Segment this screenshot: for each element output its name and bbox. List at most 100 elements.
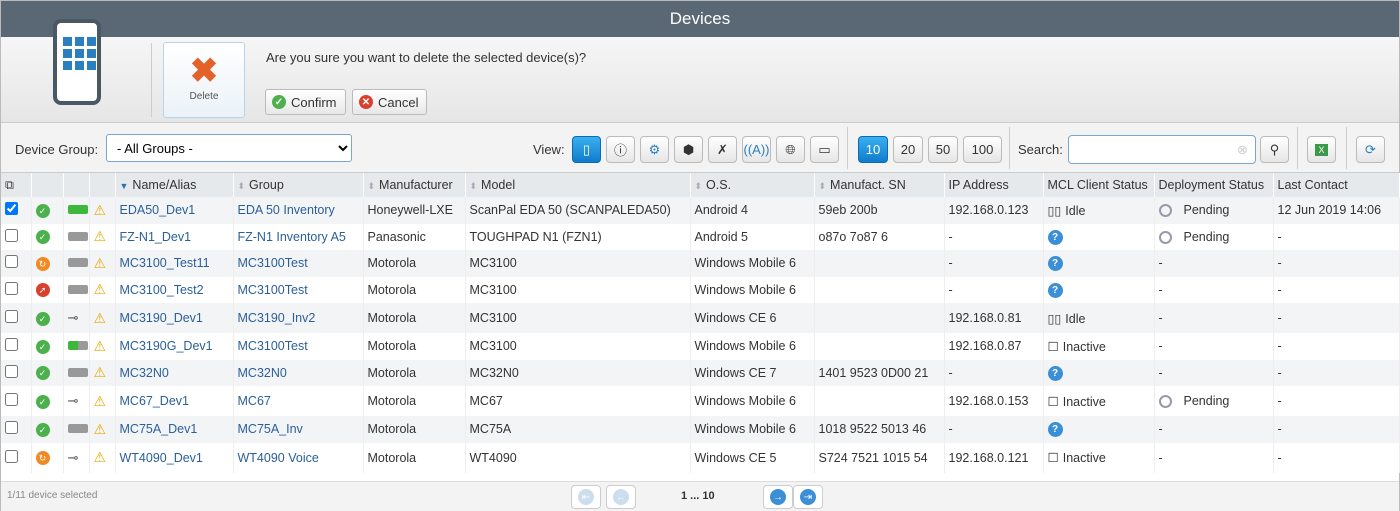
col-last-contact[interactable]: Last Contact [1273, 173, 1400, 197]
deployment-status: - [1154, 333, 1274, 360]
device-group-link[interactable]: MC32N0 [233, 359, 364, 386]
row-checkbox[interactable] [5, 281, 18, 295]
view-device-button[interactable]: ▯ [572, 136, 601, 163]
battery-icon [67, 341, 88, 351]
page-size-20[interactable]: 20 [893, 136, 923, 163]
table-row[interactable]: ✓ ⚠ EDA50_Dev1 EDA 50 Inventory Honeywel… [1, 197, 1400, 224]
clear-search-icon[interactable]: ⊗ [1237, 142, 1248, 158]
sort-icon: ⬍ [694, 181, 703, 191]
device-name-link[interactable]: EDA50_Dev1 [115, 197, 234, 224]
row-checkbox[interactable] [5, 202, 18, 216]
next-page-button[interactable]: → [763, 485, 793, 509]
check-icon: ✓ [272, 95, 286, 109]
device-group-link[interactable]: MC3190_Inv2 [233, 303, 364, 333]
device-group-link[interactable]: MC3100Test [233, 333, 364, 360]
view-network-button[interactable]: 🌐︎ [776, 136, 805, 163]
table-row[interactable]: ✓ ⊸ ⚠ MC67_Dev1 MC67 Motorola MC67 Windo… [1, 386, 1400, 416]
row-checkbox[interactable] [5, 393, 18, 406]
device-group-link[interactable]: MC67 [233, 386, 364, 416]
device-group-link[interactable]: EDA 50 Inventory [233, 197, 364, 224]
view-info-button[interactable]: ⓘ [606, 136, 635, 163]
footer: 1/11 device selected ⇤ ← 1 ... 10 → ⇥ [1, 481, 1399, 511]
battery-icon [67, 205, 88, 215]
device-name-link[interactable]: MC32N0 [115, 359, 234, 386]
delete-button[interactable]: ✖ Delete [163, 42, 245, 118]
idle-icon: ▯▯ [1047, 311, 1062, 326]
col-deploy[interactable]: Deployment Status [1154, 173, 1274, 197]
device-name-link[interactable]: MC75A_Dev1 [115, 416, 234, 443]
table-row[interactable]: ↻ ⊸ ⚠ WT4090_Dev1 WT4090 Voice Motorola … [1, 442, 1400, 473]
table-row[interactable]: ✓ ⊸ ⚠ MC3190_Dev1 MC3190_Inv2 Motorola M… [1, 303, 1400, 333]
deployment-status: - [1154, 303, 1274, 333]
row-checkbox[interactable] [5, 255, 18, 269]
deploy-status: Pending [1183, 393, 1230, 408]
row-checkbox[interactable] [5, 449, 18, 463]
view-memory-button[interactable]: ▭ [810, 136, 839, 163]
first-page-button[interactable]: ⇤ [571, 485, 601, 509]
col-os[interactable]: ⬍ O.S. [690, 173, 815, 197]
confirm-button[interactable]: ✓ Confirm [265, 89, 346, 115]
device-name-link[interactable]: MC3100_Test11 [115, 250, 234, 277]
export-excel-button[interactable]: X [1307, 136, 1336, 163]
device-name-link[interactable]: MC3190G_Dev1 [115, 333, 234, 360]
table-row[interactable]: ↻ ⚠ MC3100_Test11 MC3100Test Motorola MC… [1, 250, 1400, 277]
devices-table: ⧉ ▼ Name/Alias ⬍ Group ⬍ Manufacturer ⬍ Mode… [1, 173, 1400, 473]
table-row[interactable]: ✓ ⚠ MC32N0 MC32N0 Motorola MC32N0 Window… [1, 359, 1400, 386]
unknown-status-icon: ? [1047, 282, 1063, 298]
col-manufacturer[interactable]: ⬍ Manufacturer [363, 173, 466, 197]
col-sn[interactable]: ⬍ Manufact. SN [814, 173, 945, 197]
view-package-button[interactable]: ⬢ [674, 136, 703, 163]
device-group-select[interactable]: - All Groups - [106, 134, 352, 162]
prev-page-button[interactable]: ← [606, 485, 636, 509]
refresh-button[interactable]: ⟳ [1356, 136, 1385, 163]
warning-icon: ⚠ [93, 281, 107, 298]
clock-icon [1158, 230, 1172, 244]
device-name-link[interactable]: MC67_Dev1 [115, 386, 234, 416]
table-row[interactable]: ➚ ⚠ MC3100_Test2 MC3100Test Motorola MC3… [1, 276, 1400, 303]
ip-address: - [944, 416, 1044, 443]
search-input[interactable] [1068, 135, 1256, 164]
view-settings-file-button[interactable]: ⚙ [640, 136, 669, 163]
col-ip[interactable]: IP Address [944, 173, 1044, 197]
search-button[interactable]: ⚲ [1260, 136, 1289, 163]
col-model[interactable]: ⬍ Model [465, 173, 691, 197]
last-page-button[interactable]: ⇥ [793, 485, 823, 509]
row-checkbox[interactable] [5, 228, 18, 242]
device-name-link[interactable]: FZ-N1_Dev1 [115, 223, 234, 250]
col-group[interactable]: ⬍ Group [233, 173, 364, 197]
page-size-50[interactable]: 50 [928, 136, 958, 163]
col-mcl[interactable]: MCL Client Status [1043, 173, 1155, 197]
device-group-link[interactable]: MC75A_Inv [233, 416, 364, 443]
device-group-link[interactable]: FZ-N1 Inventory A5 [233, 223, 364, 250]
table-row[interactable]: ✓ ⚠ MC3190G_Dev1 MC3100Test Motorola MC3… [1, 333, 1400, 360]
os: Android 4 [690, 197, 815, 224]
warning-icon: ⚠ [93, 309, 107, 326]
device-group-link[interactable]: WT4090 Voice [233, 442, 364, 473]
row-checkbox[interactable] [5, 364, 18, 378]
view-wireless-button[interactable]: ((A)) [742, 136, 771, 163]
cancel-button[interactable]: ✕ Cancel [352, 89, 428, 115]
select-all-icon[interactable]: ⧉ [1, 173, 32, 197]
status-ok-icon: ✓ [35, 422, 50, 437]
row-checkbox[interactable] [5, 310, 18, 323]
device-group-link[interactable]: MC3100Test [233, 276, 364, 303]
device-group-link[interactable]: MC3100Test [233, 250, 364, 277]
view-tools-button[interactable]: ✗ [708, 136, 737, 163]
col-name[interactable]: ▼ Name/Alias [115, 173, 234, 197]
device-name-link[interactable]: MC3100_Test2 [115, 276, 234, 303]
battery-col [63, 173, 90, 197]
serial-number: 1018 9522 5013 46 [814, 416, 945, 443]
device-name-link[interactable]: MC3190_Dev1 [115, 303, 234, 333]
page-size-10[interactable]: 10 [858, 136, 888, 163]
row-checkbox[interactable] [5, 421, 18, 435]
os: Windows Mobile 6 [690, 276, 815, 303]
table-row[interactable]: ✓ ⚠ FZ-N1_Dev1 FZ-N1 Inventory A5 Panaso… [1, 223, 1400, 250]
table-row[interactable]: ✓ ⚠ MC75A_Dev1 MC75A_Inv Motorola MC75A … [1, 416, 1400, 443]
manufacturer: Motorola [363, 359, 466, 386]
os: Windows CE 5 [690, 442, 815, 473]
device-name-link[interactable]: WT4090_Dev1 [115, 442, 234, 473]
confirm-label: Confirm [291, 94, 337, 110]
row-checkbox[interactable] [5, 338, 18, 352]
page-size-100[interactable]: 100 [963, 136, 1002, 163]
next-icon: → [770, 489, 786, 505]
